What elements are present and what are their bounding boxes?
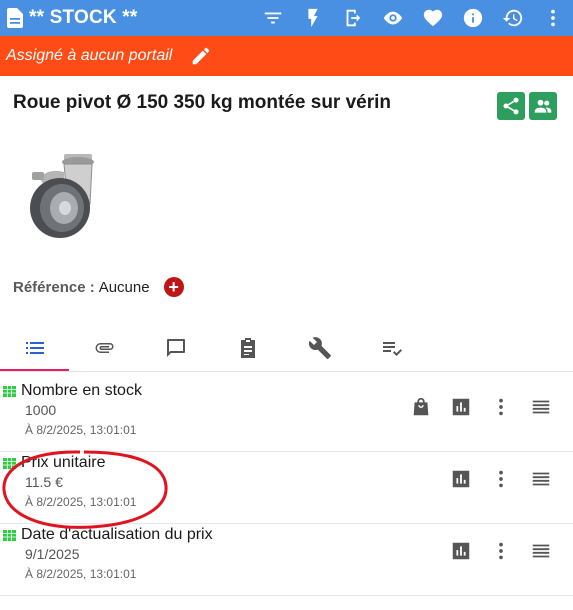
reorder-icon bbox=[532, 544, 550, 558]
bar-chart-icon bbox=[452, 398, 470, 416]
reorder-icon bbox=[532, 400, 550, 414]
filter-icon bbox=[264, 12, 282, 24]
app-bar: ** STOCK ** bbox=[0, 0, 573, 36]
heart-icon bbox=[423, 9, 443, 27]
view-button[interactable] bbox=[373, 0, 413, 36]
share-button[interactable] bbox=[497, 92, 525, 120]
chart-button[interactable] bbox=[441, 466, 481, 492]
tab-attachments[interactable] bbox=[70, 325, 140, 370]
table-icon bbox=[3, 386, 16, 397]
more-button[interactable] bbox=[533, 0, 573, 36]
filter-button[interactable] bbox=[253, 0, 293, 36]
exit-button[interactable] bbox=[333, 0, 373, 36]
more-vert-icon bbox=[499, 542, 503, 560]
item-name: Nombre en stock bbox=[21, 382, 142, 399]
item-value: 11.5 € bbox=[25, 474, 63, 490]
item-timestamp: À 8/2/2025, 13:01:01 bbox=[25, 495, 137, 509]
product-image bbox=[30, 154, 94, 238]
document-icon bbox=[7, 8, 23, 28]
list-item[interactable]: Prix unitaire 11.5 € À 8/2/2025, 13:01:0… bbox=[0, 452, 573, 524]
bar-chart-icon bbox=[452, 470, 470, 488]
item-name: Prix unitaire bbox=[21, 454, 106, 471]
comment-icon bbox=[167, 338, 185, 357]
history-icon bbox=[502, 9, 523, 27]
item-value: 1000 bbox=[25, 402, 57, 418]
more-vert-icon bbox=[551, 9, 555, 27]
clipboard-icon bbox=[241, 337, 255, 358]
item-name: Date d'actualisation du prix bbox=[21, 526, 213, 543]
active-tab-indicator bbox=[0, 369, 69, 371]
table-icon bbox=[3, 458, 16, 469]
group-icon bbox=[534, 99, 552, 113]
item-more-button[interactable] bbox=[481, 466, 521, 492]
item-actions bbox=[441, 538, 561, 564]
drag-handle[interactable] bbox=[521, 394, 561, 420]
bar-chart-icon bbox=[452, 542, 470, 560]
portal-banner: Assigné à aucun portail bbox=[0, 36, 573, 76]
item-more-button[interactable] bbox=[481, 394, 521, 420]
plus-icon: + bbox=[168, 277, 179, 297]
list-item[interactable]: Date d'actualisation du prix 9/1/2025 À … bbox=[0, 524, 573, 596]
item-more-button[interactable] bbox=[481, 538, 521, 564]
more-vert-icon bbox=[499, 398, 503, 416]
shopping-bag-icon bbox=[413, 397, 429, 416]
list-icon bbox=[26, 341, 44, 354]
eye-icon bbox=[383, 11, 403, 25]
edit-portal-button[interactable] bbox=[190, 45, 212, 67]
reference-value: Aucune bbox=[98, 278, 150, 296]
drag-handle[interactable] bbox=[521, 538, 561, 564]
checklist-icon bbox=[383, 341, 402, 356]
favorite-button[interactable] bbox=[413, 0, 453, 36]
tab-list[interactable] bbox=[0, 325, 70, 370]
flash-button[interactable] bbox=[293, 0, 333, 36]
table-icon bbox=[3, 530, 16, 541]
stock-bag-button[interactable] bbox=[401, 394, 441, 420]
reference-line: Référence : Aucune + bbox=[13, 277, 184, 297]
history-button[interactable] bbox=[493, 0, 533, 36]
flash-icon bbox=[308, 8, 318, 28]
more-vert-icon bbox=[499, 470, 503, 488]
tab-comments[interactable] bbox=[141, 325, 211, 370]
reference-label: Référence : bbox=[13, 278, 95, 296]
item-timestamp: À 8/2/2025, 13:01:01 bbox=[25, 567, 137, 581]
list-item[interactable]: Nombre en stock 1000 À 8/2/2025, 13:01:0… bbox=[0, 380, 573, 452]
wrench-icon bbox=[308, 336, 331, 359]
chart-button[interactable] bbox=[441, 538, 481, 564]
add-reference-button[interactable]: + bbox=[163, 277, 184, 297]
share-icon bbox=[503, 97, 519, 115]
info-icon bbox=[463, 8, 483, 28]
tab-checklist[interactable] bbox=[357, 325, 427, 370]
drag-handle[interactable] bbox=[521, 466, 561, 492]
tab-clipboard[interactable] bbox=[213, 325, 283, 370]
attachment-icon bbox=[95, 342, 114, 353]
item-actions bbox=[441, 466, 561, 492]
info-button[interactable] bbox=[453, 0, 493, 36]
exit-icon bbox=[346, 9, 361, 27]
app-title: ** STOCK ** bbox=[29, 7, 138, 28]
product-title: Roue pivot Ø 150 350 kg montée sur vérin bbox=[13, 92, 392, 113]
pencil-icon bbox=[193, 47, 210, 65]
item-timestamp: À 8/2/2025, 13:01:01 bbox=[25, 423, 137, 437]
item-actions bbox=[401, 394, 561, 420]
tab-maintenance[interactable] bbox=[285, 325, 355, 370]
item-value: 9/1/2025 bbox=[25, 546, 80, 562]
reorder-icon bbox=[532, 472, 550, 486]
chart-button[interactable] bbox=[441, 394, 481, 420]
detail-tabs bbox=[0, 325, 573, 372]
users-button[interactable] bbox=[529, 92, 557, 120]
toolbar bbox=[253, 0, 573, 36]
portal-status-text: Assigné à aucun portail bbox=[6, 47, 173, 64]
